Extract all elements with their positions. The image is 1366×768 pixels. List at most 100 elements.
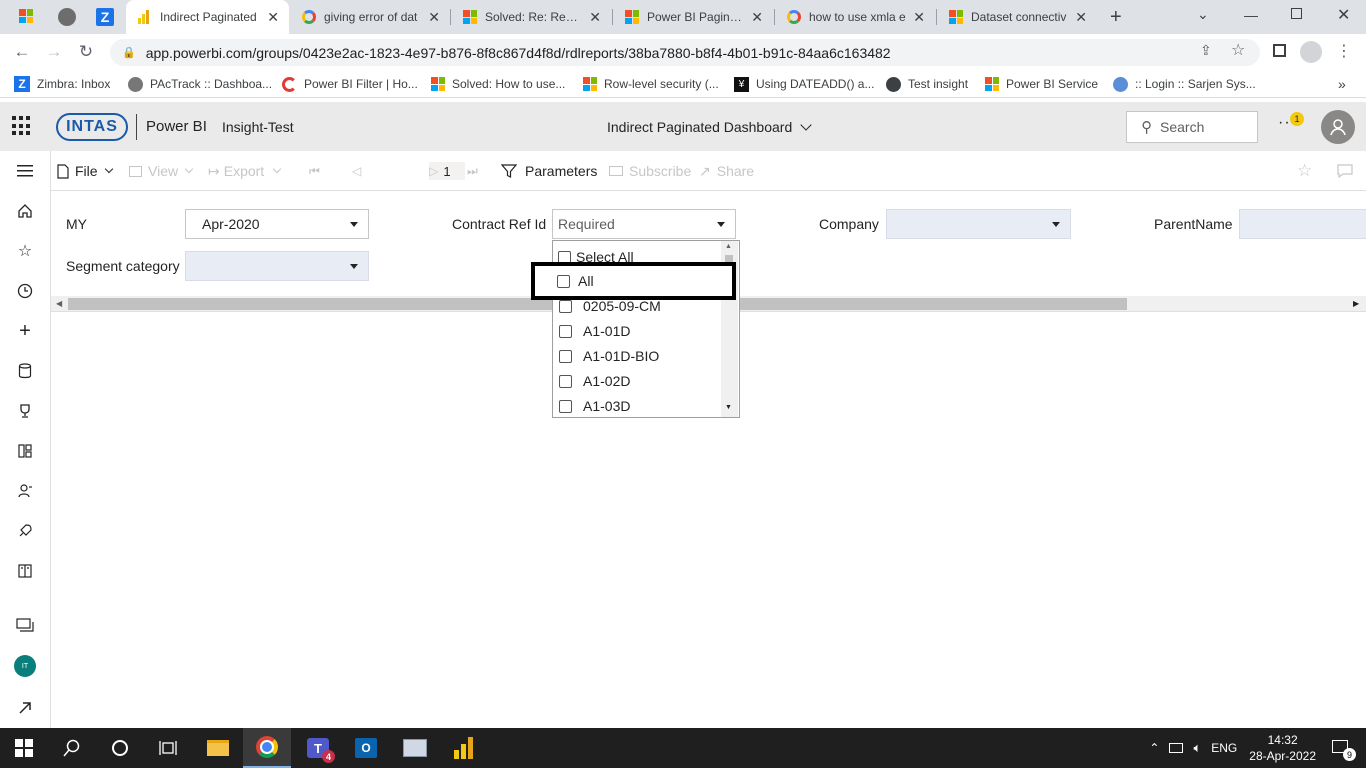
highlighted-option-all[interactable]: All [531, 262, 736, 300]
menu-icon[interactable]: ⋮ [1336, 41, 1352, 61]
search-box[interactable]: ⚲ Search [1126, 111, 1258, 143]
bookmark-zimbra[interactable]: Z Zimbra: Inbox [14, 75, 110, 93]
close-icon[interactable]: ✕ [267, 9, 279, 26]
back-button[interactable]: ← [10, 40, 34, 64]
subscribe-button[interactable]: Subscribe [609, 162, 691, 180]
restore-button[interactable] [1291, 8, 1302, 19]
checkbox[interactable] [559, 349, 572, 363]
teams-icon[interactable]: T 4 [294, 728, 342, 768]
scroll-left-icon[interactable]: ◀ [56, 299, 62, 308]
expand-icon[interactable] [13, 696, 37, 720]
file-explorer-icon[interactable] [194, 728, 242, 768]
people-icon[interactable] [13, 479, 37, 503]
chrome-icon[interactable] [243, 728, 291, 768]
windows-app-icon[interactable] [19, 9, 33, 23]
option-a1-03d[interactable]: A1-03D [559, 394, 630, 417]
network-icon[interactable] [1169, 743, 1184, 753]
share-button[interactable]: ↗ Share [699, 162, 754, 180]
app-name[interactable]: Power BI [146, 118, 207, 135]
bookmark-sarjen-login[interactable]: :: Login :: Sarjen Sys... [1113, 75, 1256, 93]
first-page-icon[interactable]: ⏮ [309, 162, 320, 180]
bookmark-star-icon[interactable]: ☆ [1231, 40, 1245, 60]
outlook-icon[interactable]: O [342, 728, 390, 768]
side-panel-icon[interactable] [1273, 44, 1286, 57]
powerbi-desktop-icon[interactable] [440, 728, 488, 768]
scroll-right-icon[interactable]: ▶ [1353, 299, 1359, 308]
tab-solved-result[interactable]: Solved: Re: Result ✕ [451, 0, 611, 34]
clock[interactable]: 14:32 28-Apr-2022 [1249, 732, 1316, 764]
pinned-tab-icon[interactable] [58, 8, 76, 26]
book-icon[interactable] [13, 559, 37, 583]
bookmark-dateadd[interactable]: ¥ Using DATEADD() a... [734, 75, 874, 93]
language-indicator[interactable]: ENG [1211, 741, 1237, 755]
cortana-icon[interactable] [96, 728, 144, 768]
report-title-dropdown[interactable]: Indirect Paginated Dashboard [607, 118, 812, 135]
option-a1-02d[interactable]: A1-02D [559, 369, 630, 393]
checkbox[interactable] [557, 274, 570, 288]
action-center-icon[interactable]: 9 [1332, 737, 1356, 761]
file-menu[interactable]: File [57, 162, 113, 180]
user-avatar[interactable] [1321, 110, 1355, 144]
clock-icon[interactable] [13, 279, 37, 303]
close-icon[interactable]: ✕ [428, 9, 440, 26]
tab-indirect-paginated[interactable]: Indirect Paginated ✕ [126, 0, 289, 34]
window-close-button[interactable]: ✕ [1337, 5, 1350, 25]
close-icon[interactable]: ✕ [589, 9, 601, 26]
intas-logo[interactable]: INTAS [56, 113, 128, 141]
export-menu[interactable]: ↦ Export [208, 162, 282, 180]
parameters-button[interactable]: Parameters [501, 162, 597, 180]
reload-button[interactable]: ↻ [74, 40, 98, 64]
close-icon[interactable]: ✕ [751, 9, 763, 26]
previous-page-icon[interactable]: ◁ [352, 162, 361, 180]
bookmark-solved-how[interactable]: Solved: How to use... [431, 75, 565, 93]
zimbra-tab-icon[interactable]: Z [96, 8, 114, 26]
rocket-icon[interactable] [13, 519, 37, 543]
more-bookmarks-icon[interactable]: » [1338, 75, 1346, 93]
checkbox[interactable] [559, 399, 572, 413]
remote-desktop-icon[interactable] [391, 728, 439, 768]
option-all[interactable]: All [557, 269, 594, 293]
checkbox[interactable] [559, 324, 572, 338]
address-bar[interactable]: 🔒 app.powerbi.com/groups/0423e2ac-1823-4… [110, 39, 1260, 66]
scroll-up-icon[interactable]: ▲ [725, 243, 732, 250]
bookmark-powerbi-service[interactable]: Power BI Service [985, 75, 1098, 93]
trophy-icon[interactable] [13, 399, 37, 423]
apps-icon[interactable] [13, 439, 37, 463]
star-icon[interactable]: ☆ [13, 239, 37, 263]
bookmark-powerbi-filter[interactable]: Power BI Filter | Ho... [282, 75, 418, 93]
checkbox[interactable] [559, 374, 572, 388]
comment-icon[interactable] [1337, 162, 1353, 180]
workspaces-icon[interactable] [13, 613, 37, 637]
tab-giving-error[interactable]: giving error of dat ✕ [290, 0, 450, 34]
last-page-icon[interactable]: ⏭ [467, 162, 478, 180]
database-icon[interactable] [13, 359, 37, 383]
new-tab-button[interactable]: + [1110, 6, 1122, 29]
share-page-icon[interactable]: ⇪ [1200, 42, 1212, 59]
home-icon[interactable] [13, 199, 37, 223]
segment-category-dropdown[interactable] [185, 251, 369, 281]
bookmark-row-level-security[interactable]: Row-level security (... [583, 75, 719, 93]
workspace-name[interactable]: Insight-Test [222, 119, 294, 135]
windows-start-icon[interactable] [0, 728, 48, 768]
bookmark-test-insight[interactable]: Test insight [886, 75, 968, 93]
my-dropdown[interactable]: Apr-2020 [185, 209, 369, 239]
forward-button[interactable]: → [42, 40, 66, 64]
tab-xmla[interactable]: how to use xmla e ✕ [775, 0, 935, 34]
hamburger-icon[interactable] [13, 159, 37, 183]
next-page-icon[interactable]: ▷ [429, 162, 438, 180]
checkbox[interactable] [559, 299, 572, 313]
parent-name-dropdown[interactable] [1239, 209, 1366, 239]
scroll-down-icon[interactable]: ▼ [725, 404, 732, 411]
company-dropdown[interactable] [886, 209, 1071, 239]
tab-search-icon[interactable]: ⌄ [1197, 6, 1209, 23]
app-launcher-icon[interactable] [12, 116, 32, 136]
workspace-avatar[interactable]: IT [13, 654, 37, 678]
close-icon[interactable]: ✕ [913, 9, 925, 26]
search-icon[interactable] [48, 728, 96, 768]
volume-icon[interactable]: 🔈︎ [1193, 740, 1201, 756]
show-hidden-icons[interactable]: ⌃ [1149, 741, 1159, 755]
contract-ref-dropdown[interactable]: Required [552, 209, 736, 239]
tab-dataset-connectivity[interactable]: Dataset connectiv ✕ [937, 0, 1097, 34]
plus-icon[interactable]: + [13, 319, 37, 343]
profile-icon[interactable] [1300, 41, 1322, 63]
